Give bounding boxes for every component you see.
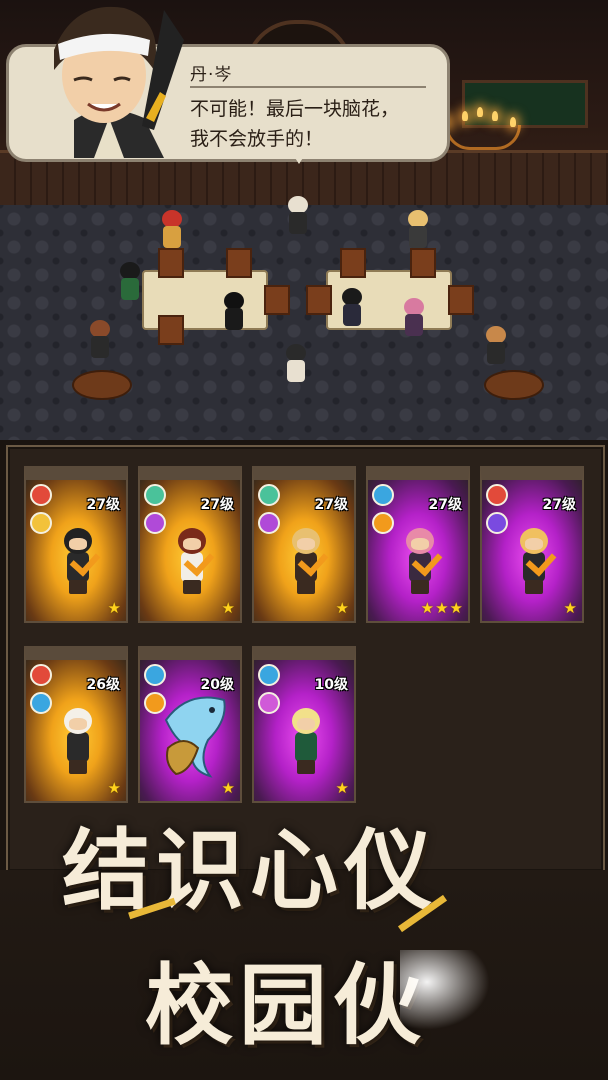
chair — [340, 248, 366, 278]
chair — [226, 248, 252, 278]
chair — [410, 248, 436, 278]
divider — [190, 86, 426, 88]
npc-character[interactable] — [286, 196, 310, 236]
star-rating: ★ — [107, 599, 122, 617]
npc-character[interactable] — [88, 320, 112, 360]
game-scene[interactable]: 丹·岑 不可能！最后一块脑花，我不会放手的！ — [0, 0, 608, 440]
npc-character[interactable] — [484, 326, 508, 366]
level-label: 27级 — [314, 497, 348, 513]
level-label: 26级 — [86, 677, 120, 693]
level-label: 27级 — [542, 497, 576, 513]
element-orb-icon — [258, 692, 280, 714]
speaker-portrait — [14, 0, 194, 158]
npc-character[interactable] — [160, 210, 184, 250]
level-label: 27级 — [200, 497, 234, 513]
chair — [448, 285, 474, 315]
star-rating: ★ — [335, 599, 350, 617]
element-orb-icon — [30, 512, 52, 534]
element-orb-icon — [144, 512, 166, 534]
chair — [264, 285, 290, 315]
speaker-name: 丹·岑 — [190, 65, 233, 85]
star-rating: ★ — [221, 779, 236, 797]
level-label: 27级 — [86, 497, 120, 513]
element-orb-icon — [258, 664, 280, 686]
character-card[interactable]: 27级 ★★★ — [366, 466, 470, 623]
character-card[interactable]: 20级 ★ — [138, 646, 242, 803]
character-card[interactable]: 27级 ★ — [24, 466, 128, 623]
element-orb-icon — [30, 664, 52, 686]
star-rating: ★ — [335, 779, 350, 797]
swoosh-overlay — [400, 950, 490, 1030]
level-label: 10级 — [314, 677, 348, 693]
npc-character[interactable] — [222, 292, 246, 332]
star-rating: ★ — [563, 599, 578, 617]
element-orb-icon — [144, 484, 166, 506]
chair — [306, 285, 332, 315]
star-rating: ★ — [221, 599, 236, 617]
round-table — [484, 370, 544, 400]
element-orb-icon — [144, 664, 166, 686]
level-label: 27级 — [428, 497, 462, 513]
element-orb-icon — [258, 484, 280, 506]
character-card[interactable]: 27级 ★ — [252, 466, 356, 623]
element-orb-icon — [486, 512, 508, 534]
star-rating: ★★★ — [420, 599, 464, 617]
element-orb-icon — [258, 512, 280, 534]
player-character[interactable] — [284, 344, 308, 384]
npc-character[interactable] — [340, 288, 364, 328]
star-rating: ★ — [107, 779, 122, 797]
npc-character[interactable] — [406, 210, 430, 250]
character-card[interactable]: 26级 ★ — [24, 646, 128, 803]
character-card[interactable]: 10级 ★ — [252, 646, 356, 803]
element-orb-icon — [30, 484, 52, 506]
dolphin-icon — [158, 690, 232, 780]
chair — [158, 315, 184, 345]
element-orb-icon — [372, 512, 394, 534]
character-card[interactable]: 27级 ★ — [138, 466, 242, 623]
element-orb-icon — [486, 484, 508, 506]
promo-line-1: 结识心仪 — [62, 818, 439, 922]
character-card[interactable]: 27级 ★ — [480, 466, 584, 623]
chair — [158, 248, 184, 278]
promo-line-2: 校园伙 — [145, 953, 428, 1057]
round-table — [72, 370, 132, 400]
npc-character[interactable] — [402, 298, 426, 338]
chandelier-icon — [440, 105, 521, 165]
element-orb-icon — [372, 484, 394, 506]
character-sprite — [286, 708, 326, 778]
element-orb-icon — [30, 692, 52, 714]
dialog-text: 不可能！最后一块脑花，我不会放手的！ — [190, 98, 400, 150]
character-sprite — [58, 708, 98, 778]
npc-character[interactable] — [118, 262, 142, 302]
